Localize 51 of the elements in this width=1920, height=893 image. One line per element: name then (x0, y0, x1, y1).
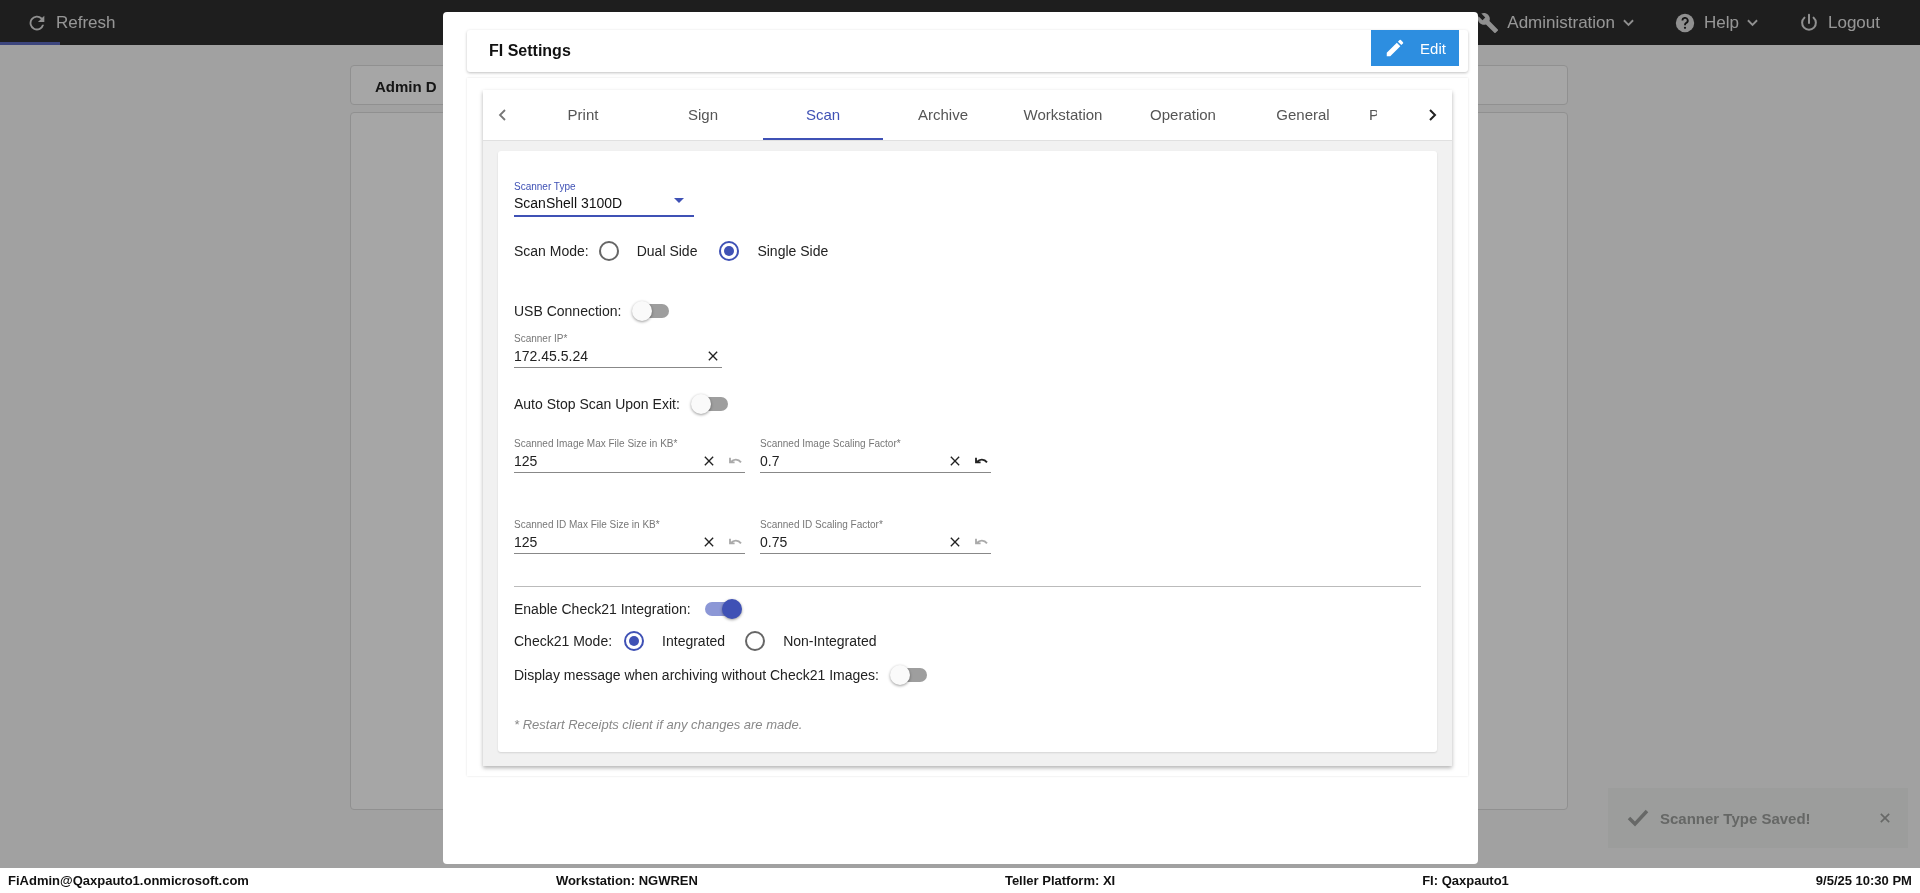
platform-label: Teller Platform: XI (1004, 873, 1116, 888)
workstation-label: Workstation: NGWREN (555, 873, 698, 888)
help-icon (1674, 11, 1697, 34)
menu-button[interactable]: Administration (1477, 0, 1635, 45)
dialog-title: FI Settings (489, 42, 571, 60)
toggle-switch[interactable] (704, 602, 739, 616)
radio-button[interactable] (719, 241, 740, 261)
clear-icon[interactable] (704, 537, 714, 547)
scan-mode-label: Scan Mode: (514, 243, 589, 259)
clear-icon[interactable] (950, 456, 960, 466)
tab[interactable]: Archive (883, 90, 1003, 140)
toggle-switch[interactable] (693, 397, 728, 411)
archive-message-label: Display message when archiving without Check21 Images: (514, 667, 879, 683)
tab[interactable]: Workstation (1003, 90, 1123, 140)
clear-icon[interactable] (704, 456, 714, 466)
fi-label: FI: Qaxpauto1 (1422, 873, 1509, 888)
number-field[interactable]: Scanned ID Scaling Factor* 0.75 (760, 519, 991, 554)
menu-button[interactable]: Help (1674, 0, 1758, 45)
user-name: FiAdmin@Qaxpauto1.onmicrosoft.com (8, 873, 249, 888)
caret-icon (1747, 18, 1758, 27)
tab[interactable]: Sign (643, 90, 763, 140)
tab[interactable]: Print (523, 90, 643, 140)
tab[interactable]: General (1243, 90, 1363, 140)
radio-label: Dual Side (636, 243, 698, 259)
number-field[interactable]: Scanned Image Max File Size in KB* 125 (514, 438, 745, 473)
check21-label: Enable Check21 Integration: (514, 601, 691, 617)
tab[interactable]: Operation (1123, 90, 1243, 140)
auto-stop-label: Auto Stop Scan Upon Exit: (514, 396, 680, 412)
radio-label: Single Side (757, 243, 829, 259)
clear-icon[interactable] (708, 351, 718, 361)
wrench-icon (1477, 11, 1500, 34)
menu-button[interactable]: Logout (1798, 0, 1880, 45)
power-icon (1798, 11, 1820, 34)
check21-mode-label: Check21 Mode: (514, 633, 613, 649)
toggle-switch[interactable] (892, 668, 927, 682)
radio-button[interactable] (624, 631, 645, 651)
radio-label: Integrated (662, 633, 726, 649)
radio-label: Non-Integrated (783, 633, 877, 649)
radio-button[interactable] (598, 241, 619, 261)
scanner-ip-field[interactable]: Scanner IP* 172.45.5.24 (514, 333, 722, 368)
radio-button[interactable] (745, 631, 766, 651)
number-field[interactable]: Scanned Image Scaling Factor* 0.7 (760, 438, 991, 473)
date-time: 9/5/25 10:30 PM (1815, 873, 1912, 888)
usb-connection-label: USB Connection: (514, 303, 622, 319)
clear-icon[interactable] (950, 537, 960, 547)
dropdown-arrow-icon (674, 198, 684, 203)
toggle-switch[interactable] (635, 304, 670, 318)
caret-icon (1623, 18, 1635, 27)
footnote: * Restart Receipts client if any changes are made. (514, 717, 804, 732)
number-field[interactable]: Scanned ID Max File Size in KB* 125 (514, 519, 745, 554)
scanner-type-select[interactable]: Scanner Type ScanShell 3100D (514, 181, 694, 217)
